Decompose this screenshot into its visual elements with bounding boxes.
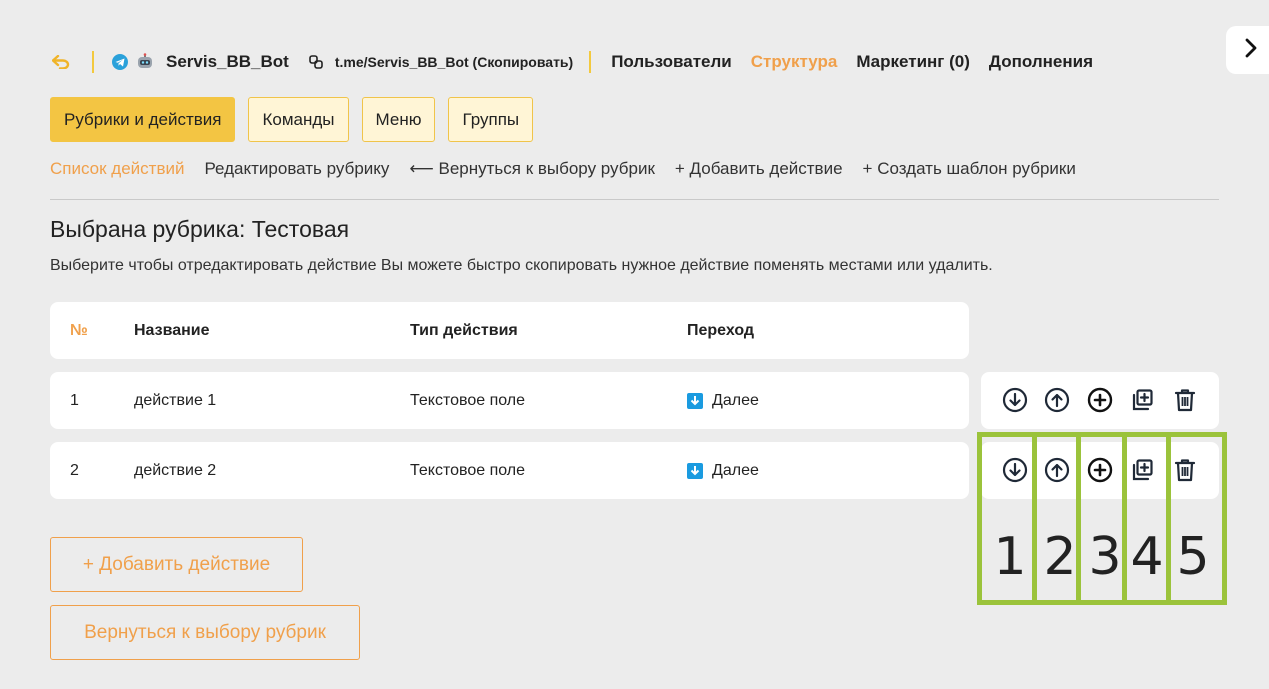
down-arrow-icon — [687, 462, 703, 479]
bot-link-copy[interactable]: t.me/Servis_BB_Bot (Скопировать) — [335, 54, 573, 70]
tab-commands[interactable]: Команды — [248, 97, 349, 142]
nav-extras[interactable]: Дополнения — [989, 52, 1093, 72]
divider — [92, 51, 94, 73]
subnav-add-action[interactable]: + Добавить действие — [675, 159, 843, 179]
robot-icon — [136, 53, 154, 71]
row-next: Далее — [687, 462, 759, 480]
nav-structure[interactable]: Структура — [751, 52, 838, 72]
tab-rubrics-actions[interactable]: Рубрики и действия — [50, 97, 236, 142]
subnav-back-to-rubrics[interactable]: ⟵ Вернуться к выбору рубрик — [409, 159, 654, 179]
divider-line — [50, 199, 1219, 200]
section-tabs: Рубрики и действия Команды Меню Группы — [50, 97, 534, 142]
tab-groups[interactable]: Группы — [448, 97, 534, 142]
row-next-label: Далее — [712, 391, 759, 409]
move-down-icon[interactable] — [1001, 386, 1029, 414]
annotation-number: 5 — [1176, 527, 1210, 587]
row-number: 1 — [70, 391, 79, 409]
back-to-rubrics-button[interactable]: Вернуться к выбору рубрик — [50, 605, 360, 660]
row-name: действие 2 — [134, 461, 217, 479]
telegram-icon — [112, 54, 128, 70]
expand-panel-button[interactable] — [1226, 26, 1269, 74]
row-actions — [981, 372, 1219, 429]
down-arrow-icon — [687, 392, 703, 409]
tab-menu[interactable]: Меню — [361, 97, 436, 142]
subnav-action-list[interactable]: Список действий — [50, 159, 184, 179]
table-header: № Название Тип действия Переход — [50, 302, 969, 359]
col-next: Переход — [687, 321, 755, 339]
col-number: № — [70, 321, 88, 339]
col-name: Название — [134, 321, 210, 339]
nav-marketing[interactable]: Маркетинг (0) — [856, 52, 970, 72]
add-icon[interactable] — [1086, 386, 1114, 414]
row-next-label: Далее — [712, 461, 759, 479]
nav-users[interactable]: Пользователи — [611, 52, 732, 72]
chevron-right-icon — [1244, 38, 1258, 63]
row-type: Текстовое поле — [410, 391, 526, 409]
row-next: Далее — [687, 392, 759, 410]
page-description: Выберите чтобы отредактировать действие … — [50, 257, 993, 274]
add-action-button[interactable]: + Добавить действие — [50, 537, 303, 592]
divider — [589, 51, 592, 73]
table-row[interactable]: 2 действие 2 Текстовое поле Далее — [50, 442, 969, 499]
undo-icon[interactable] — [50, 51, 72, 73]
annotation-number: 1 — [993, 527, 1027, 587]
link-icon — [309, 55, 323, 69]
row-type: Текстовое поле — [410, 461, 526, 479]
annotation-divider — [1032, 437, 1037, 600]
top-bar: Servis_BB_Bot t.me/Servis_BB_Bot (Скопир… — [50, 48, 1112, 76]
annotation-number: 2 — [1043, 527, 1077, 587]
copy-icon[interactable] — [1128, 386, 1156, 414]
move-up-icon[interactable] — [1043, 386, 1071, 414]
annotation-number: 4 — [1130, 527, 1164, 587]
page-title: Выбрана рубрика: Тестовая — [50, 216, 350, 242]
row-number: 2 — [70, 461, 79, 479]
annotation-number: 3 — [1088, 527, 1122, 587]
row-name: действие 1 — [134, 391, 217, 409]
table-row[interactable]: 1 действие 1 Текстовое поле Далее — [50, 372, 969, 429]
subnav-create-template[interactable]: + Создать шаблон рубрики — [863, 159, 1076, 179]
sub-navigation: Список действий Редактировать рубрику ⟵ … — [50, 159, 1096, 179]
subnav-edit-rubric[interactable]: Редактировать рубрику — [204, 159, 389, 179]
col-type: Тип действия — [410, 321, 518, 339]
delete-icon[interactable] — [1171, 386, 1199, 414]
bot-name: Servis_BB_Bot — [166, 52, 289, 71]
